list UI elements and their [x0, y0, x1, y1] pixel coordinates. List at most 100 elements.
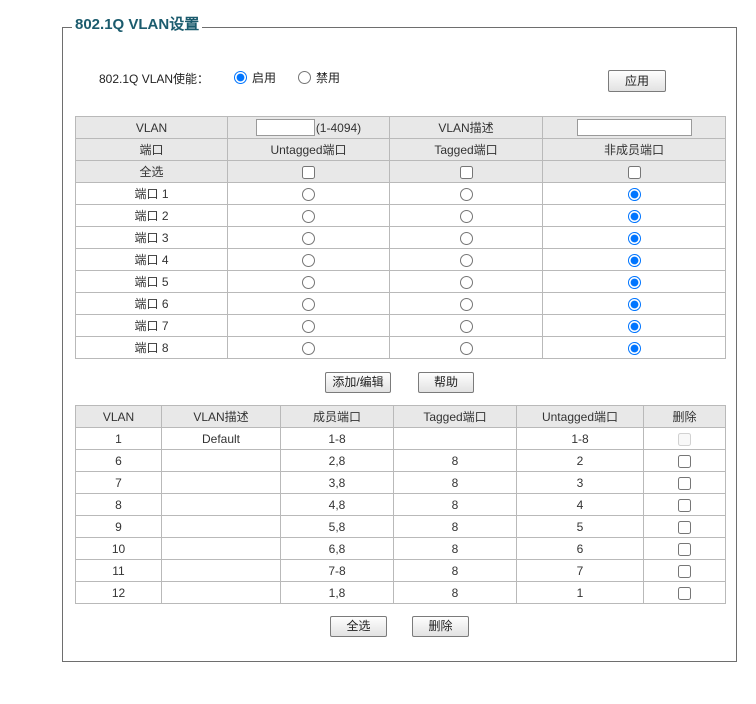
vlan-list-delete-cell — [643, 493, 726, 516]
port-untagged-radio[interactable] — [302, 187, 315, 201]
help-button[interactable]: 帮助 — [418, 372, 474, 393]
port-tagged-radio[interactable] — [459, 187, 473, 201]
select-all-untagged-checkbox[interactable] — [302, 165, 315, 179]
vlan-list-delete-cell — [643, 581, 726, 604]
port-nonmember-radio[interactable] — [627, 253, 641, 267]
port-tagged-radio[interactable] — [459, 341, 473, 355]
vlan-list-desc: Default — [161, 427, 281, 450]
port-nonmember-radio[interactable] — [627, 319, 641, 333]
vlan-delete-checkbox[interactable] — [678, 520, 691, 534]
vlan-list-members: 1-8 — [280, 427, 394, 450]
port-tagged-cell — [389, 336, 543, 359]
add-edit-button[interactable]: 添加/编辑 — [325, 372, 391, 393]
port-name: 端口 3 — [75, 226, 228, 249]
port-untagged-radio[interactable] — [302, 341, 315, 355]
port-name: 端口 7 — [75, 314, 228, 337]
nonmember-column-header: 非成员端口 — [542, 138, 726, 161]
vlan-list-desc — [161, 581, 281, 604]
port-nonmember-cell — [542, 248, 726, 271]
port-name: 端口 5 — [75, 270, 228, 293]
vlan-list-delete-cell — [643, 471, 726, 494]
port-tagged-radio[interactable] — [459, 209, 473, 223]
port-nonmember-cell — [542, 182, 726, 205]
vlan-enable-label: 802.1Q VLAN使能： — [99, 72, 210, 86]
port-untagged-radio[interactable] — [302, 275, 315, 289]
port-tagged-cell — [389, 314, 543, 337]
vlan-list-id: 1 — [75, 427, 162, 450]
port-name: 端口 6 — [75, 292, 228, 315]
vlan-list-members: 1,8 — [280, 581, 394, 604]
select-all-nonmember-checkbox[interactable] — [627, 165, 641, 179]
vlan-delete-checkbox[interactable] — [678, 542, 691, 556]
vlan-id-input[interactable] — [255, 119, 315, 136]
select-all-tagged-cell — [389, 160, 543, 183]
vlan-id-row: VLAN (1-4094) VLAN描述 — [75, 116, 726, 139]
port-nonmember-radio[interactable] — [627, 275, 641, 289]
enable-on-option[interactable]: 启用 — [234, 70, 276, 85]
enable-off-label: 禁用 — [316, 71, 341, 85]
port-nonmember-radio[interactable] — [627, 341, 641, 355]
vlan-delete-checkbox — [678, 432, 691, 446]
vlan-delete-checkbox[interactable] — [678, 454, 691, 468]
delete-button[interactable]: 删除 — [412, 616, 469, 637]
port-tagged-cell — [389, 226, 543, 249]
apply-button[interactable]: 应用 — [608, 70, 666, 92]
enable-off-option[interactable]: 禁用 — [298, 70, 340, 85]
vlan-list-desc — [161, 493, 281, 516]
port-untagged-radio[interactable] — [302, 319, 315, 333]
port-untagged-cell — [227, 336, 390, 359]
vlan-list-row: 7 3,8 8 3 — [75, 471, 726, 494]
vlan-list-delete-cell — [643, 537, 726, 560]
vlan-list-tagged — [393, 427, 517, 450]
vlan-edit-table: VLAN (1-4094) VLAN描述 端口 Untagged端口 Tagge… — [75, 116, 726, 359]
vlan-list-tagged: 8 — [393, 493, 517, 516]
vlan-delete-checkbox[interactable] — [678, 498, 691, 512]
port-nonmember-radio[interactable] — [627, 187, 641, 201]
vlan-list-row: 11 7-8 8 7 — [75, 559, 726, 582]
port-untagged-radio[interactable] — [302, 231, 315, 245]
vlan-desc-input[interactable] — [576, 119, 692, 136]
vlan-delete-checkbox[interactable] — [678, 476, 691, 490]
port-tagged-radio[interactable] — [459, 253, 473, 267]
vlan-list-tagged: 8 — [393, 581, 517, 604]
vlan-list-untagged: 1-8 — [516, 427, 644, 450]
vlan-list-members: 3,8 — [280, 471, 394, 494]
vlan-list-delete-cell — [643, 449, 726, 472]
port-untagged-radio[interactable] — [302, 253, 315, 267]
port-tagged-radio[interactable] — [459, 297, 473, 311]
port-row: 端口 7 — [75, 314, 726, 337]
vlan-list-header-members: 成员端口 — [280, 405, 394, 428]
port-row: 端口 2 — [75, 204, 726, 227]
port-tagged-radio[interactable] — [459, 231, 473, 245]
port-nonmember-radio[interactable] — [627, 231, 641, 245]
select-all-nonmember-cell — [542, 160, 726, 183]
port-untagged-cell — [227, 204, 390, 227]
port-untagged-radio[interactable] — [302, 209, 315, 223]
vlan-list-id: 10 — [75, 537, 162, 560]
vlan-list-desc — [161, 559, 281, 582]
vlan-delete-checkbox[interactable] — [678, 586, 691, 600]
vlan-list-id: 9 — [75, 515, 162, 538]
port-nonmember-cell — [542, 336, 726, 359]
vlan-delete-checkbox[interactable] — [678, 564, 691, 578]
select-all-button[interactable]: 全选 — [330, 616, 387, 637]
port-untagged-radio[interactable] — [302, 297, 315, 311]
vlan-list-id: 8 — [75, 493, 162, 516]
vlan-list-desc — [161, 515, 281, 538]
vlan-range-hint: (1-4094) — [315, 120, 362, 135]
port-tagged-radio[interactable] — [459, 319, 473, 333]
select-all-tagged-checkbox[interactable] — [459, 165, 473, 179]
port-nonmember-radio[interactable] — [627, 209, 641, 223]
vlan-list-tagged: 8 — [393, 559, 517, 582]
vlan-list-id: 7 — [75, 471, 162, 494]
vlan-list-untagged: 6 — [516, 537, 644, 560]
port-row: 端口 6 — [75, 292, 726, 315]
vlan-list-id: 12 — [75, 581, 162, 604]
vlan-list-row: 12 1,8 8 1 — [75, 581, 726, 604]
enable-off-radio[interactable] — [298, 71, 311, 84]
port-untagged-cell — [227, 182, 390, 205]
enable-on-radio[interactable] — [234, 71, 247, 84]
port-untagged-cell — [227, 226, 390, 249]
port-tagged-radio[interactable] — [459, 275, 473, 289]
port-nonmember-radio[interactable] — [627, 297, 641, 311]
